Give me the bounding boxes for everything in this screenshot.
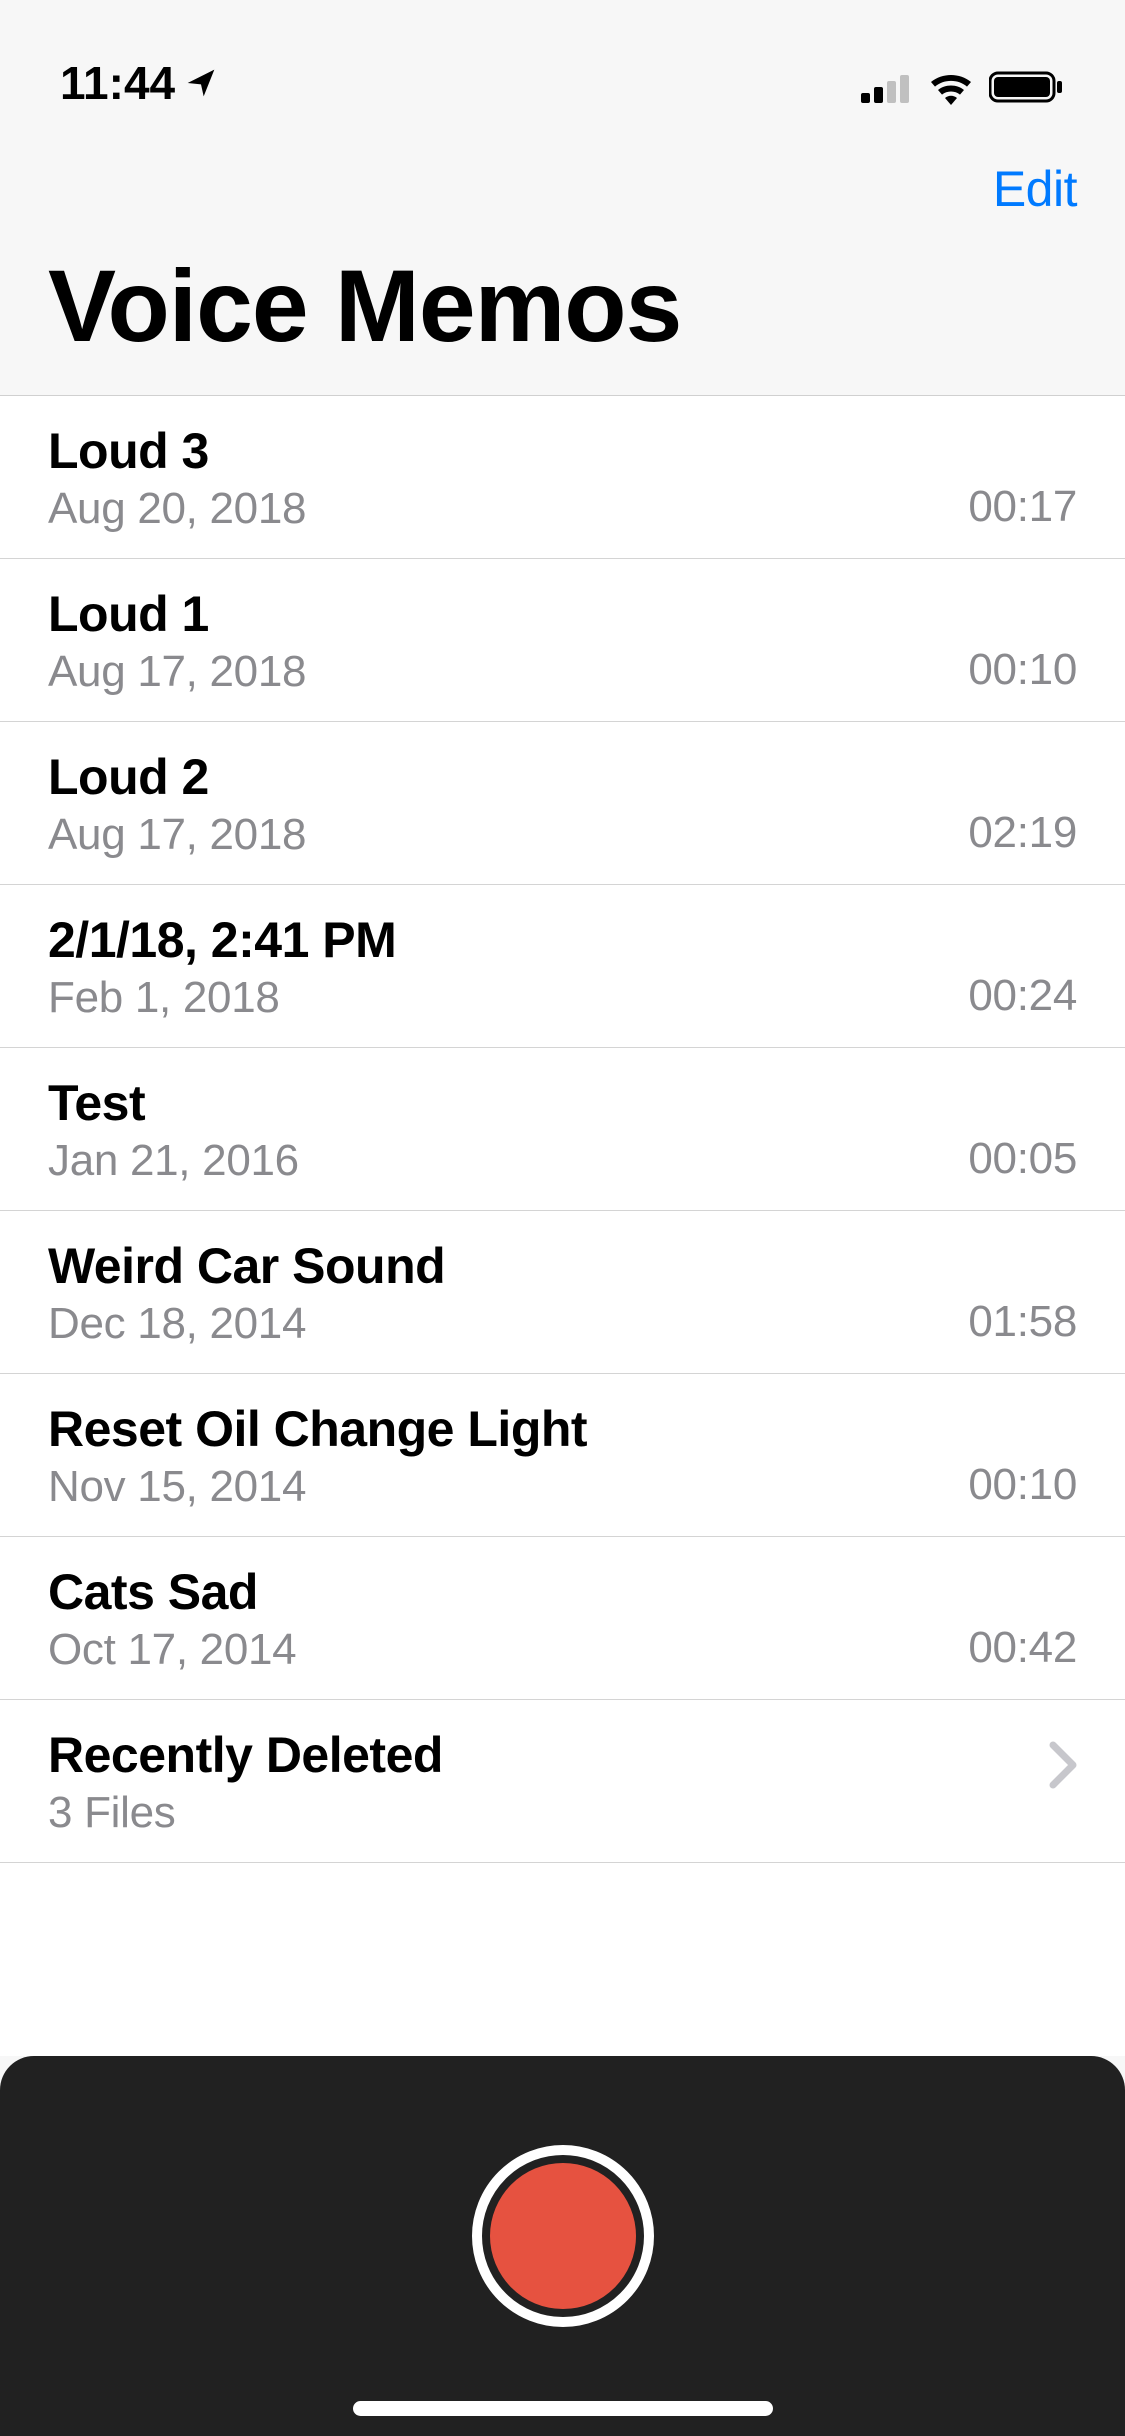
nav-bar: Edit <box>0 130 1125 248</box>
memo-text: Test Jan 21, 2016 <box>48 1074 299 1186</box>
page-title: Voice Memos <box>0 248 1125 395</box>
memo-title: Weird Car Sound <box>48 1237 445 1295</box>
record-button[interactable] <box>472 2145 654 2327</box>
memo-date: Dec 18, 2014 <box>48 1299 445 1349</box>
wifi-icon <box>927 69 975 110</box>
memo-date: Oct 17, 2014 <box>48 1625 296 1675</box>
memo-title: 2/1/18, 2:41 PM <box>48 911 396 969</box>
memo-date: Aug 17, 2018 <box>48 810 306 860</box>
memo-date: Jan 21, 2016 <box>48 1136 299 1186</box>
recently-deleted-title: Recently Deleted <box>48 1726 443 1784</box>
memo-duration: 00:10 <box>968 1460 1077 1512</box>
status-icons <box>861 69 1065 110</box>
memo-duration: 00:42 <box>968 1623 1077 1675</box>
memo-row[interactable]: Cats Sad Oct 17, 2014 00:42 <box>0 1537 1125 1700</box>
recently-deleted-text: Recently Deleted 3 Files <box>48 1726 443 1838</box>
memo-row[interactable]: Weird Car Sound Dec 18, 2014 01:58 <box>0 1211 1125 1374</box>
memo-duration: 02:19 <box>968 808 1077 860</box>
memo-title: Loud 3 <box>48 422 306 480</box>
memo-duration: 00:10 <box>968 645 1077 697</box>
memo-title: Loud 2 <box>48 748 306 806</box>
memo-date: Aug 17, 2018 <box>48 647 306 697</box>
memo-row[interactable]: Loud 2 Aug 17, 2018 02:19 <box>0 722 1125 885</box>
record-panel <box>0 2056 1125 2436</box>
recently-deleted-row[interactable]: Recently Deleted 3 Files <box>0 1700 1125 1863</box>
memo-title: Test <box>48 1074 299 1132</box>
memo-date: Nov 15, 2014 <box>48 1462 587 1512</box>
cellular-icon <box>861 71 913 108</box>
memo-text: Weird Car Sound Dec 18, 2014 <box>48 1237 445 1349</box>
memo-text: Loud 3 Aug 20, 2018 <box>48 422 306 534</box>
memo-duration: 01:58 <box>968 1297 1077 1349</box>
chevron-right-icon <box>1049 1741 1077 1824</box>
memo-duration: 00:24 <box>968 971 1077 1023</box>
memo-text: 2/1/18, 2:41 PM Feb 1, 2018 <box>48 911 396 1023</box>
memo-text: Loud 2 Aug 17, 2018 <box>48 748 306 860</box>
memo-text: Loud 1 Aug 17, 2018 <box>48 585 306 697</box>
record-indicator-icon <box>490 2163 636 2309</box>
memo-row[interactable]: Reset Oil Change Light Nov 15, 2014 00:1… <box>0 1374 1125 1537</box>
memo-text: Cats Sad Oct 17, 2014 <box>48 1563 296 1675</box>
status-bar: 11:44 <box>0 0 1125 130</box>
memo-title: Loud 1 <box>48 585 306 643</box>
recently-deleted-subtitle: 3 Files <box>48 1788 443 1838</box>
memo-duration: 00:17 <box>968 482 1077 534</box>
memo-row[interactable]: Loud 1 Aug 17, 2018 00:10 <box>0 559 1125 722</box>
status-time-group: 11:44 <box>60 56 217 110</box>
home-indicator[interactable] <box>353 2401 773 2416</box>
memo-row[interactable]: 2/1/18, 2:41 PM Feb 1, 2018 00:24 <box>0 885 1125 1048</box>
memo-date: Aug 20, 2018 <box>48 484 306 534</box>
memo-text: Reset Oil Change Light Nov 15, 2014 <box>48 1400 587 1512</box>
memo-title: Reset Oil Change Light <box>48 1400 587 1458</box>
battery-icon <box>989 69 1065 110</box>
memo-title: Cats Sad <box>48 1563 296 1621</box>
memo-list: Loud 3 Aug 20, 2018 00:17 Loud 1 Aug 17,… <box>0 395 1125 2056</box>
location-icon <box>185 56 217 110</box>
status-time: 11:44 <box>60 56 175 110</box>
memo-row[interactable]: Loud 3 Aug 20, 2018 00:17 <box>0 396 1125 559</box>
memo-date: Feb 1, 2018 <box>48 973 396 1023</box>
edit-button[interactable]: Edit <box>993 160 1077 218</box>
memo-duration: 00:05 <box>968 1134 1077 1186</box>
memo-row[interactable]: Test Jan 21, 2016 00:05 <box>0 1048 1125 1211</box>
